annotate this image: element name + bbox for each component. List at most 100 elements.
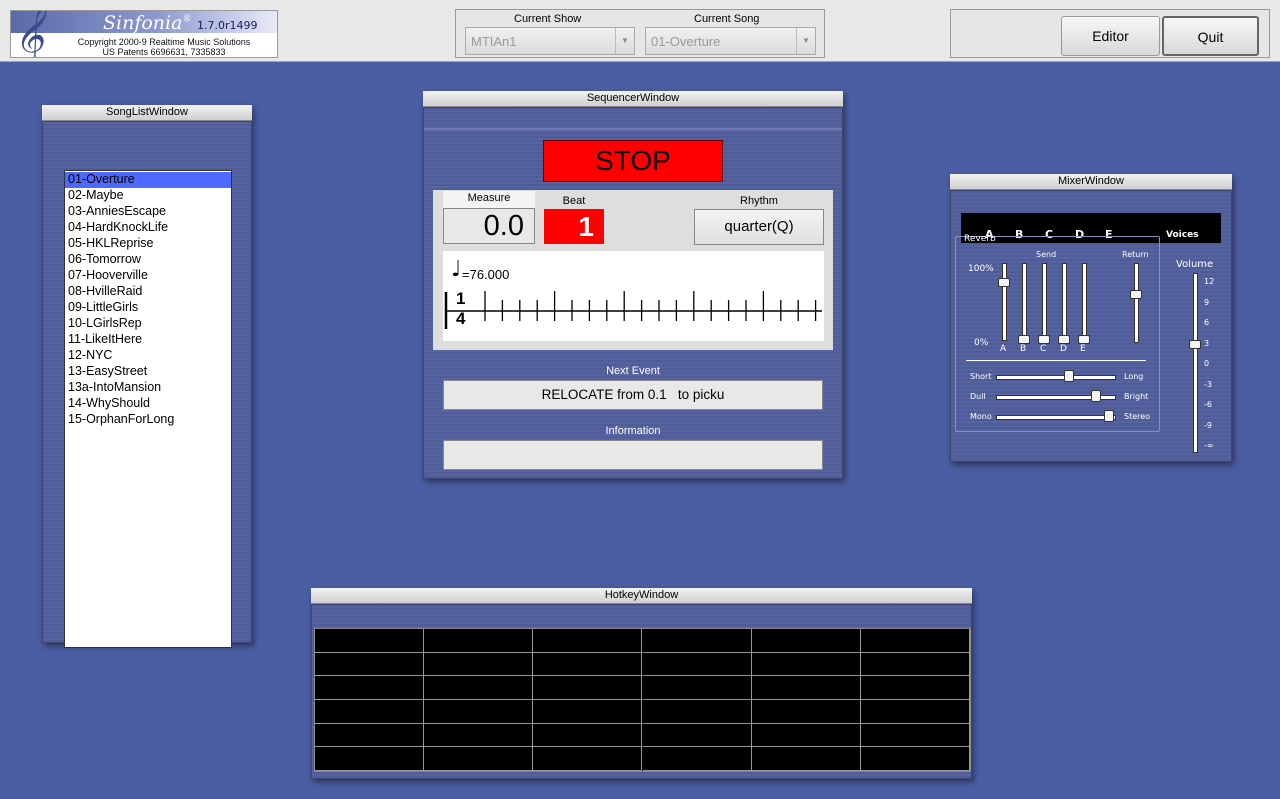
return-slider-track[interactable] [1134, 263, 1139, 343]
hotkey-slot[interactable] [533, 700, 643, 724]
hotkey-slot[interactable] [751, 652, 861, 677]
hotkey-slot[interactable] [751, 676, 861, 700]
send-slider-d-track[interactable] [1062, 263, 1067, 341]
tone-slider-knob[interactable] [1091, 390, 1102, 402]
reverb-label: Reverb [964, 234, 996, 244]
hotkey-slot[interactable] [642, 652, 752, 677]
volume-scale-label: 0 [1204, 359, 1210, 368]
song-list[interactable]: 01-Overture 02-Maybe 03-AnniesEscape 04-Har… [64, 170, 232, 648]
hotkey-slot[interactable] [533, 629, 643, 653]
beat-display: 1 [544, 209, 604, 244]
window-title[interactable]: SongListWindow [42, 105, 252, 121]
quit-button[interactable]: Quit [1162, 16, 1259, 56]
hotkey-slot[interactable] [424, 652, 534, 677]
tone-slider-knob[interactable] [1104, 410, 1115, 422]
send-channel-label: B [1020, 344, 1027, 354]
list-item[interactable]: 13-EasyStreet [65, 364, 231, 380]
send-slider-a-knob[interactable] [998, 278, 1010, 287]
reverb-panel: Reverb Send Return 100% 0% A B C D E Short Lo… [955, 234, 1160, 432]
hotkey-slot[interactable] [642, 629, 752, 653]
send-slider-b-track[interactable] [1022, 263, 1027, 341]
hotkey-slot[interactable] [751, 747, 861, 771]
hotkey-slot[interactable] [533, 676, 643, 700]
list-item[interactable]: 14-WhyShould [65, 396, 231, 412]
tone-slider-knob[interactable] [1064, 370, 1075, 382]
current-song-dropdown[interactable]: 01-Overture ▼ [645, 27, 816, 55]
send-slider-b-knob[interactable] [1018, 335, 1030, 344]
current-show-dropdown[interactable]: MTIAn1 ▼ [465, 27, 635, 55]
stop-button[interactable]: STOP [543, 140, 723, 182]
hotkey-slot[interactable] [642, 700, 752, 724]
hotkey-slot[interactable] [315, 700, 425, 724]
window-title[interactable]: SequencerWindow [423, 91, 843, 107]
list-item-selected[interactable]: 01-Overture [65, 172, 231, 188]
list-item[interactable]: 09-LittleGirls [65, 300, 231, 316]
window-title[interactable]: HotkeyWindow [311, 588, 972, 604]
hotkey-slot[interactable] [642, 676, 752, 700]
next-event-display: RELOCATE from 0.1 to picku [443, 380, 823, 410]
list-item[interactable]: 15-OrphanForLong [65, 412, 231, 428]
hotkey-slot[interactable] [424, 676, 534, 700]
hotkey-slot[interactable] [860, 700, 970, 724]
hotkey-slot[interactable] [642, 723, 752, 748]
send-slider-d-knob[interactable] [1058, 335, 1070, 344]
chevron-down-icon: ▼ [796, 28, 815, 54]
editor-button[interactable]: Editor [1061, 16, 1160, 56]
list-item[interactable]: 03-AnniesEscape [65, 204, 231, 220]
hotkey-slot[interactable] [315, 723, 425, 748]
return-slider-knob[interactable] [1130, 290, 1142, 300]
hotkey-slot[interactable] [751, 700, 861, 724]
send-slider-c-track[interactable] [1042, 263, 1047, 341]
volume-scale-label: -∞ [1204, 441, 1214, 450]
hotkey-slot[interactable] [860, 652, 970, 677]
rhythm-button[interactable]: quarter(Q) [694, 209, 824, 245]
logo-patents: US Patents 6696631, 7335833 [102, 47, 226, 57]
hotkey-slot[interactable] [860, 747, 970, 771]
volume-slider-knob[interactable] [1189, 339, 1201, 349]
hotkey-slot[interactable] [860, 629, 970, 653]
hotkey-slot[interactable] [315, 652, 425, 677]
tone-slider-track[interactable] [996, 415, 1116, 420]
information-display [443, 440, 823, 470]
hotkey-slot[interactable] [860, 676, 970, 700]
list-item[interactable]: 08-HvilleRaid [65, 284, 231, 300]
hotkey-slot[interactable] [315, 747, 425, 771]
current-show-label: Current Show [514, 13, 582, 25]
hotkey-slot[interactable] [751, 629, 861, 653]
list-item[interactable]: 06-Tomorrow [65, 252, 231, 268]
list-item[interactable]: 04-HardKnockLife [65, 220, 231, 236]
list-item[interactable]: 07-Hooverville [65, 268, 231, 284]
list-item[interactable]: 11-LikeItHere [65, 332, 231, 348]
hotkey-slot[interactable] [424, 629, 534, 653]
rhythm-label: Rhythm [740, 195, 778, 207]
hotkey-slot[interactable] [533, 723, 643, 748]
hotkey-slot[interactable] [315, 676, 425, 700]
measure-label: Measure [443, 191, 535, 209]
hotkey-slot[interactable] [424, 747, 534, 771]
hotkey-slot[interactable] [315, 629, 425, 653]
hotkey-slot[interactable] [860, 723, 970, 748]
send-slider-e-track[interactable] [1082, 263, 1087, 341]
list-item[interactable]: 05-HKLReprise [65, 236, 231, 252]
send-channel-label: D [1060, 344, 1067, 354]
window-title[interactable]: MixerWindow [950, 174, 1232, 190]
send-slider-a-track[interactable] [1002, 263, 1007, 341]
send-slider-c-knob[interactable] [1038, 335, 1050, 344]
hotkey-slot[interactable] [642, 747, 752, 771]
list-item[interactable]: 12-NYC [65, 348, 231, 364]
hotkey-slot[interactable] [751, 723, 861, 748]
list-item[interactable]: 10-LGirlsRep [65, 316, 231, 332]
window-body: STOP Measure 0.0 Beat 1 Rhythm quarter(Q… [423, 107, 843, 479]
volume-slider-track[interactable] [1193, 273, 1198, 453]
list-item[interactable]: 13a-IntoMansion [65, 380, 231, 396]
hotkey-slot[interactable] [424, 723, 534, 748]
tone-slider-track[interactable] [996, 375, 1116, 380]
current-song-label: Current Song [694, 13, 760, 25]
hotkey-grid [314, 628, 971, 772]
hotkey-slot[interactable] [533, 652, 643, 677]
hotkey-slot[interactable] [424, 700, 534, 724]
hotkey-slot[interactable] [533, 747, 643, 771]
list-item[interactable]: 02-Maybe [65, 188, 231, 204]
tone-right-label: Bright [1124, 392, 1149, 401]
send-slider-e-knob[interactable] [1078, 335, 1090, 344]
